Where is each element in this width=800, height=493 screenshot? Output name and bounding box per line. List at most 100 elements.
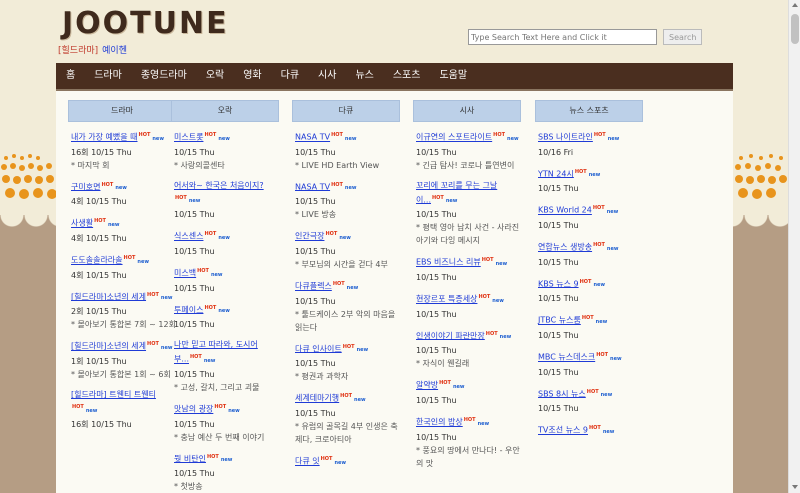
item-title-link[interactable]: 어서와~ 한국은 처음이지?	[174, 181, 264, 190]
nav-item-documentary[interactable]: 다큐	[271, 63, 308, 89]
item-title-link[interactable]: KBS World 24	[538, 206, 592, 215]
item-title-link[interactable]: JTBC 뉴스룸	[538, 316, 581, 325]
item-title-link[interactable]: 구미호면	[71, 182, 100, 191]
item-title-link[interactable]: 다큐 인사이트	[295, 344, 342, 353]
new-badge: new	[477, 420, 490, 427]
search-form: Search	[468, 29, 703, 48]
item-date: 16회 10/15 Thu	[71, 147, 132, 157]
nav-item-current-affairs[interactable]: 시사	[308, 63, 345, 89]
new-badge: new	[610, 355, 622, 362]
item-title-link[interactable]: 다큐플렉스	[295, 282, 332, 291]
item-description: * 풍요의 땅에서 만나다! - 우안의 맛	[416, 445, 520, 468]
column-header[interactable]: 드라마	[68, 100, 176, 122]
item-title-link[interactable]: 투페이스	[174, 305, 203, 314]
list-item: 연합뉴스 생방송HOTnew 10/15 Thu	[538, 239, 643, 269]
item-description: * 부모님의 시간을 걷다 4부	[295, 259, 388, 269]
nav-item-sports[interactable]: 스포츠	[383, 63, 430, 89]
item-title-link[interactable]: SBS 8시 뉴스	[538, 389, 586, 398]
item-title-link[interactable]: YTN 24시	[538, 169, 574, 178]
item-description: * 충남 예산 두 번째 이야기	[174, 432, 265, 442]
site-logo[interactable]: JOOTUNE	[62, 6, 229, 41]
item-date: 10/15 Thu	[174, 469, 215, 479]
decorative-dots-right	[735, 154, 787, 199]
nav-item-movie[interactable]: 영화	[233, 63, 270, 89]
list-item: 미스백HOTnew 10/15 Thu	[174, 265, 279, 295]
nav-item-drama[interactable]: 드라마	[84, 63, 131, 89]
search-button[interactable]: Search	[663, 29, 703, 45]
column-header[interactable]: 다큐	[292, 100, 400, 122]
item-title-link[interactable]: 식스센스	[174, 232, 203, 241]
list-item: TV조선 뉴스 9HOTnew	[538, 422, 643, 439]
column-header[interactable]: 시사	[413, 100, 521, 122]
item-title-link[interactable]: [힐드라마]소년의 세계	[71, 292, 146, 301]
scroll-up-icon[interactable]	[792, 3, 798, 7]
item-title-link[interactable]: 맛남의 광장	[174, 405, 213, 414]
nav-item-ended-drama[interactable]: 종영드라마	[131, 63, 196, 89]
scrollbar-thumb[interactable]	[791, 14, 799, 44]
item-title-link[interactable]: 한국인의 밥상	[416, 418, 463, 427]
list-item: JTBC 뉴스룸HOTnew 10/15 Thu	[538, 312, 643, 342]
item-title-link[interactable]: SBS 나이트라인	[538, 133, 593, 142]
item-date: 2회 10/15 Thu	[71, 307, 127, 317]
list-item: 사생활HOTnew 4회 10/15 Thu	[71, 215, 176, 245]
hot-badge: HOT	[190, 354, 202, 361]
item-description: * LIVE HD Earth View	[295, 160, 380, 170]
item-title-link[interactable]: 미스백	[174, 269, 196, 278]
item-title-link[interactable]: 뭣 비탄인	[174, 454, 206, 463]
item-title-link[interactable]: NASA TV	[295, 182, 330, 191]
item-title-link[interactable]: 세계테마기행	[295, 394, 339, 403]
item-title-link[interactable]: 나만 믿고 따라와, 도시어부...	[174, 340, 258, 364]
nav-item-news[interactable]: 뉴스	[345, 63, 382, 89]
hot-badge: HOT	[332, 280, 345, 287]
new-badge: new	[452, 383, 465, 390]
nav-item-help[interactable]: 도움말	[429, 63, 476, 89]
item-title-link[interactable]: 연합뉴스 생방송	[538, 243, 592, 252]
nav-item-entertainment[interactable]: 오락	[196, 63, 233, 89]
item-title-link[interactable]: 도도솔솔라라솔	[71, 256, 123, 265]
hot-badge: HOT	[214, 403, 227, 410]
hot-badge: HOT	[579, 278, 592, 285]
item-title-link[interactable]: KBS 뉴스 9	[538, 279, 579, 288]
new-badge: new	[115, 185, 127, 192]
sub-link[interactable]: 예이헨	[102, 46, 127, 56]
item-title-link[interactable]: 미스트롯	[174, 133, 203, 142]
hot-badge: HOT	[197, 267, 209, 274]
hot-badge: HOT	[94, 218, 106, 225]
item-title-link[interactable]: [힐드라마]소년의 세계	[71, 342, 146, 351]
column-header[interactable]: 뉴스 스포츠	[535, 100, 643, 122]
item-title-link[interactable]: NASA TV	[295, 133, 330, 142]
item-title-link[interactable]: 알약방	[416, 381, 438, 390]
new-badge: new	[606, 245, 619, 252]
new-badge: new	[595, 318, 608, 325]
list-item: MBC 뉴스데스크HOTnew 10/15 Thu	[538, 349, 643, 379]
new-badge: new	[346, 284, 359, 291]
scroll-down-icon[interactable]	[792, 485, 798, 489]
item-title-link[interactable]: 이규연의 스포트라이트	[416, 133, 492, 142]
hot-badge: HOT	[340, 393, 353, 400]
nav-item-home[interactable]: 홈	[56, 63, 84, 89]
item-title-link[interactable]: 다큐 잇	[295, 457, 320, 466]
list-item: KBS 뉴스 9HOTnew 10/15 Thu	[538, 276, 643, 306]
vertical-scrollbar[interactable]	[788, 0, 800, 493]
hot-badge: HOT	[485, 330, 498, 337]
item-title-link[interactable]: 내가 가장 예뻤을 때	[71, 133, 138, 142]
list-item: 인생이야기 파란만장HOTnew 10/15 Thu * 자식이 웬길래	[416, 328, 521, 371]
item-title-link[interactable]: 현장르포 특종세상	[416, 295, 477, 304]
item-title-link[interactable]: 사생활	[71, 219, 93, 228]
item-title-link[interactable]: 인간극장	[295, 232, 324, 241]
item-description: * 몰아보기 통합본 7회 ~ 12회	[71, 320, 176, 330]
list-item: 꼬리에 꼬리를 무는 그날 이...HOTnew 10/15 Thu * 평택 영아…	[416, 179, 521, 248]
hot-badge: HOT	[586, 388, 599, 395]
new-badge: new	[588, 172, 601, 179]
item-title-link[interactable]: 인생이야기 파란만장	[416, 331, 485, 340]
new-badge: new	[495, 260, 508, 267]
new-badge: new	[507, 135, 519, 142]
item-title-link[interactable]: [힐드라마] 트웬티 트웬티	[71, 390, 156, 399]
item-title-link[interactable]: MBC 뉴스데스크	[538, 353, 595, 362]
column-header[interactable]: 오락	[171, 100, 279, 122]
item-title-link[interactable]: EBS 비즈니스 리뷰	[416, 258, 481, 267]
category-link[interactable]: [힐드라마]	[58, 46, 98, 56]
new-badge: new	[152, 135, 164, 142]
item-title-link[interactable]: TV조선 뉴스 9	[538, 426, 588, 435]
search-input[interactable]	[468, 29, 657, 45]
